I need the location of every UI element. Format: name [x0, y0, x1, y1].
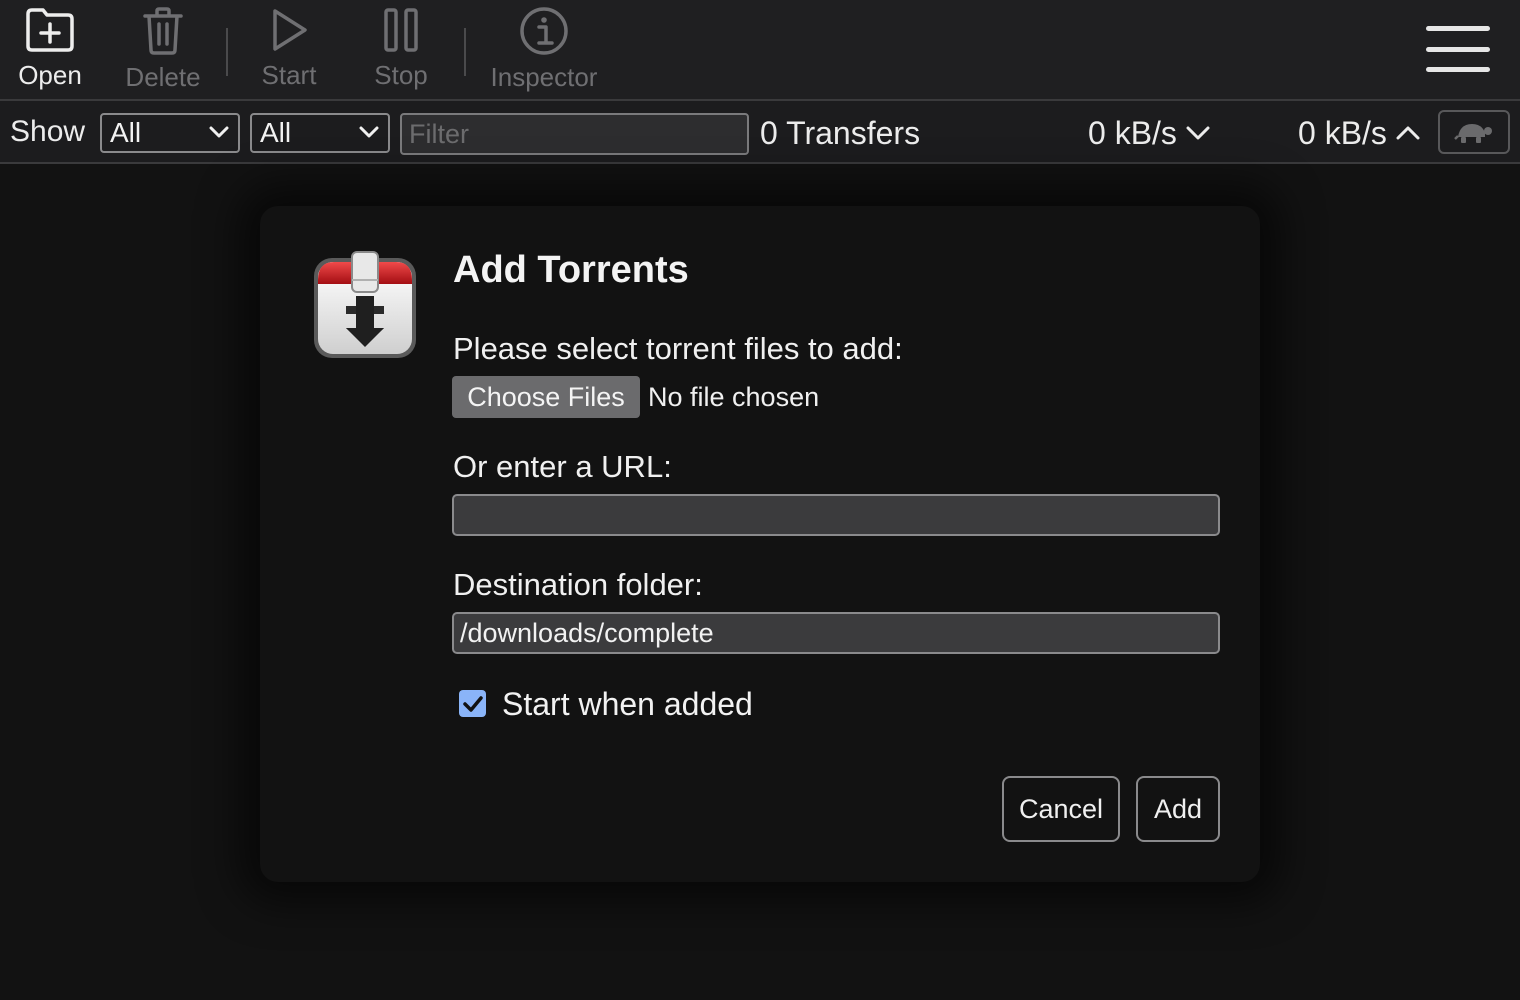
state-filter-value: All — [110, 117, 142, 148]
no-file-chosen-text: No file chosen — [648, 382, 820, 412]
start-label: Start — [261, 60, 317, 90]
stop-label: Stop — [374, 60, 428, 90]
state-filter-select[interactable]: All — [100, 113, 240, 153]
play-icon — [273, 9, 307, 51]
chevron-up-icon — [1396, 126, 1420, 140]
cancel-button[interactable]: Cancel — [1002, 776, 1120, 842]
delete-label: Delete — [125, 62, 201, 92]
start-when-added-label[interactable]: Start when added — [502, 686, 753, 722]
delete-button[interactable]: Delete — [122, 6, 204, 96]
chevron-down-icon — [359, 126, 379, 138]
destination-folder-value: /downloads/complete — [460, 618, 714, 648]
info-icon — [520, 7, 568, 55]
checkmark-icon — [462, 695, 483, 712]
filter-bar: Show All All Filter 0 Transfers 0 kB/s 0… — [0, 101, 1520, 164]
show-label: Show — [10, 115, 86, 148]
url-label: Or enter a URL: — [453, 449, 672, 484]
chevron-down-icon — [209, 126, 229, 138]
trash-icon — [143, 7, 183, 55]
start-when-added-checkbox[interactable] — [459, 690, 486, 717]
open-button[interactable]: Open — [16, 6, 84, 96]
upload-speed-value: 0 kB/s — [1298, 115, 1387, 151]
add-torrents-dialog: Add Torrents Please select torrent files… — [260, 206, 1260, 882]
download-speed: 0 kB/s — [1088, 115, 1211, 151]
filter-placeholder: Filter — [409, 119, 469, 149]
file-select-label: Please select torrent files to add: — [453, 331, 903, 366]
destination-folder-input[interactable]: /downloads/complete — [452, 612, 1220, 654]
download-speed-value: 0 kB/s — [1088, 115, 1177, 151]
open-label: Open — [18, 60, 82, 90]
toolbar-divider — [464, 28, 466, 76]
chevron-down-icon — [1186, 126, 1210, 140]
hamburger-menu-icon[interactable] — [1426, 26, 1490, 72]
inspector-button[interactable]: Inspector — [486, 6, 602, 96]
turtle-icon — [1454, 124, 1492, 143]
toolbar-divider — [226, 28, 228, 76]
pause-icon — [384, 8, 418, 52]
start-button[interactable]: Start — [258, 6, 320, 96]
speed-limit-button[interactable] — [1438, 110, 1510, 154]
folder-plus-icon — [26, 8, 74, 52]
url-input[interactable] — [452, 494, 1220, 536]
choose-files-button[interactable]: Choose Files — [452, 376, 640, 418]
inspector-label: Inspector — [490, 62, 598, 92]
destination-folder-label: Destination folder: — [453, 567, 703, 602]
main-toolbar: Open Delete Start Stop Inspector — [0, 0, 1520, 101]
dialog-title: Add Torrents — [453, 249, 689, 291]
tracker-filter-select[interactable]: All — [250, 113, 390, 153]
upload-speed: 0 kB/s — [1298, 115, 1421, 151]
transmission-app-icon — [314, 251, 416, 358]
stop-button[interactable]: Stop — [370, 6, 432, 96]
filter-input[interactable]: Filter — [400, 113, 749, 155]
transfers-count: 0 Transfers — [760, 115, 921, 151]
add-button[interactable]: Add — [1136, 776, 1220, 842]
tracker-filter-value: All — [260, 117, 292, 148]
